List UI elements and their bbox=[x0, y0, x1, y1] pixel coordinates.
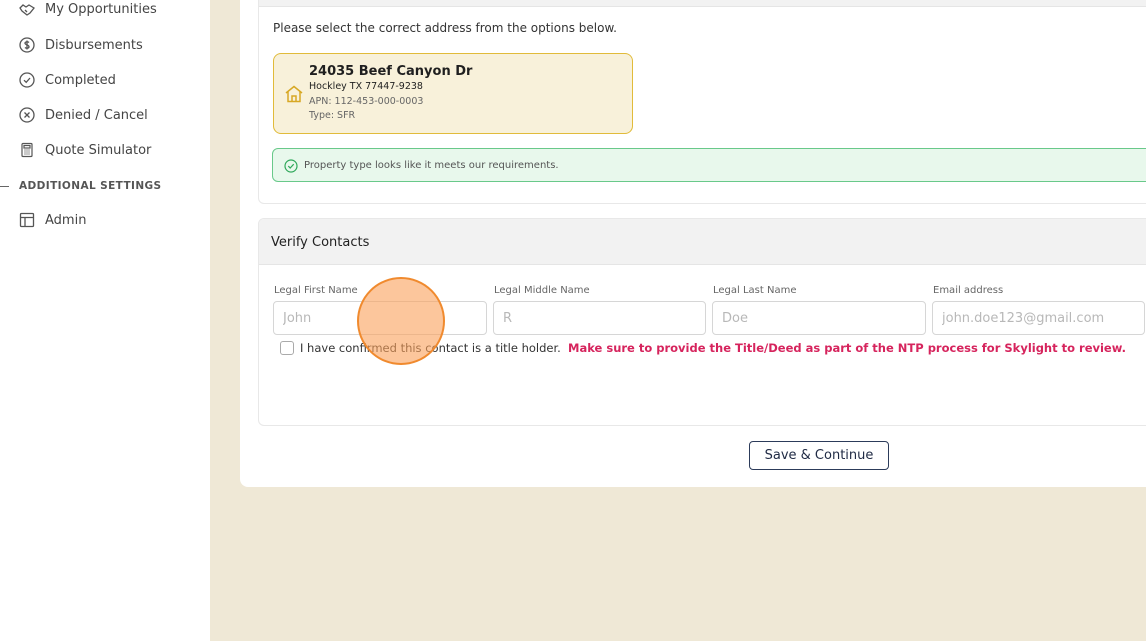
address-apn: APN: 112-453-000-0003 bbox=[309, 96, 424, 107]
address-instruction: Please select the correct address from t… bbox=[273, 21, 617, 35]
first-name-label: Legal First Name bbox=[274, 285, 358, 296]
section-title: ADDITIONAL SETTINGS bbox=[19, 180, 162, 192]
sidebar-item-label: My Opportunities bbox=[45, 1, 157, 17]
calculator-icon bbox=[18, 141, 36, 159]
success-message: Property type looks like it meets our re… bbox=[304, 159, 559, 171]
verify-contacts-header: Verify Contacts bbox=[259, 219, 1146, 265]
section-dash bbox=[0, 185, 9, 187]
sidebar: My Opportunities Disbursements Completed bbox=[0, 0, 210, 641]
title-holder-label: I have confirmed this contact is a title… bbox=[300, 341, 561, 355]
sidebar-item-admin[interactable]: Admin bbox=[18, 208, 86, 232]
sidebar-item-quote-simulator[interactable]: Quote Simulator bbox=[18, 138, 151, 162]
sidebar-item-label: Denied / Cancel bbox=[45, 107, 148, 123]
middle-name-label: Legal Middle Name bbox=[494, 285, 590, 296]
middle-name-input[interactable] bbox=[493, 301, 706, 335]
address-option-card[interactable]: 24035 Beef Canyon Dr Hockley TX 77447-92… bbox=[273, 53, 633, 134]
handshake-icon bbox=[18, 0, 36, 18]
address-type: Type: SFR bbox=[309, 110, 356, 121]
sidebar-item-disbursements[interactable]: Disbursements bbox=[18, 33, 143, 57]
title-holder-checkbox[interactable] bbox=[280, 341, 294, 355]
house-icon bbox=[284, 84, 304, 104]
title-deed-warning: Make sure to provide the Title/Deed as p… bbox=[568, 341, 1126, 355]
address-panel-header bbox=[259, 0, 1146, 7]
check-circle-icon bbox=[18, 71, 36, 89]
last-name-label: Legal Last Name bbox=[713, 285, 797, 296]
address-street: 24035 Beef Canyon Dr bbox=[309, 64, 473, 79]
address-city: Hockley TX 77447-9238 bbox=[309, 81, 423, 92]
first-name-input[interactable] bbox=[273, 301, 487, 335]
last-name-input[interactable] bbox=[712, 301, 926, 335]
success-alert: Property type looks like it meets our re… bbox=[272, 148, 1146, 182]
sidebar-item-completed[interactable]: Completed bbox=[18, 68, 116, 92]
sidebar-item-my-opportunities[interactable]: My Opportunities bbox=[18, 0, 157, 21]
x-circle-icon bbox=[18, 106, 36, 124]
sidebar-item-denied-cancel[interactable]: Denied / Cancel bbox=[18, 103, 148, 127]
dollar-circle-icon bbox=[18, 36, 36, 54]
layout-icon bbox=[18, 211, 36, 229]
email-label: Email address bbox=[933, 285, 1004, 296]
check-circle-icon bbox=[284, 158, 298, 173]
sidebar-item-label: Quote Simulator bbox=[45, 142, 152, 158]
verify-contacts-title: Verify Contacts bbox=[271, 235, 370, 250]
additional-settings-header: ADDITIONAL SETTINGS bbox=[0, 178, 162, 194]
sidebar-item-label: Admin bbox=[45, 212, 87, 228]
sidebar-item-label: Disbursements bbox=[45, 37, 143, 53]
email-input[interactable] bbox=[932, 301, 1145, 335]
save-continue-button[interactable]: Save & Continue bbox=[749, 441, 889, 470]
sidebar-item-label: Completed bbox=[45, 72, 116, 88]
